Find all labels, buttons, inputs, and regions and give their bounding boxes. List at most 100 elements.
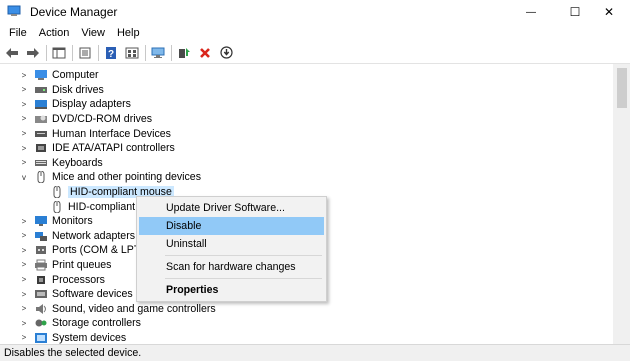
view-icon bbox=[125, 47, 139, 58]
port-icon bbox=[34, 244, 48, 256]
menu-action[interactable]: Action bbox=[33, 24, 76, 42]
menu-help[interactable]: Help bbox=[111, 24, 146, 42]
tree-node-ide-controllers[interactable]: > IDE ATA/ATAPI controllers bbox=[20, 141, 175, 156]
toolbar-separator bbox=[171, 44, 172, 61]
chevron-right-icon[interactable]: > bbox=[20, 231, 28, 240]
title-bar: Device Manager — ☐ ✕ bbox=[0, 0, 630, 24]
menu-item-update-driver[interactable]: Update Driver Software... bbox=[139, 199, 324, 217]
scrollbar-thumb[interactable] bbox=[617, 68, 627, 108]
software-device-icon bbox=[34, 288, 48, 300]
mouse-icon bbox=[34, 170, 48, 184]
minimize-icon: — bbox=[526, 6, 536, 18]
tree-node-print-queues[interactable]: > Print queues bbox=[20, 258, 112, 273]
tree-node-network-adapters[interactable]: > Network adapters bbox=[20, 229, 135, 244]
tree-node-storage-controllers[interactable]: > Storage controllers bbox=[20, 316, 141, 331]
chevron-right-icon[interactable]: > bbox=[20, 333, 28, 342]
menu-separator bbox=[165, 255, 322, 256]
tree-node-human-interface-devices[interactable]: > Human Interface Devices bbox=[20, 126, 171, 141]
forward-button[interactable] bbox=[24, 44, 42, 62]
tree-label: Display adapters bbox=[52, 98, 131, 111]
tree-label: Human Interface Devices bbox=[52, 127, 171, 140]
menu-item-disable[interactable]: Disable bbox=[139, 217, 324, 235]
vertical-scrollbar[interactable] bbox=[613, 64, 630, 344]
tree-node-dvd-drives[interactable]: > DVD/CD-ROM drives bbox=[20, 112, 152, 127]
toolbar-separator bbox=[72, 44, 73, 61]
tree-node-ports[interactable]: > Ports (COM & LPT) bbox=[20, 243, 144, 258]
chevron-right-icon[interactable]: > bbox=[20, 319, 28, 328]
tree-node-display-adapters[interactable]: > Display adapters bbox=[20, 97, 131, 112]
context-menu: Update Driver Software... Disable Uninst… bbox=[136, 196, 327, 302]
tree-label: Print queues bbox=[52, 259, 112, 272]
uninstall-icon bbox=[200, 47, 210, 58]
device-manager-app-icon bbox=[7, 5, 21, 17]
disable-button[interactable] bbox=[217, 44, 235, 62]
system-device-icon bbox=[34, 332, 48, 344]
menu-separator bbox=[165, 278, 322, 279]
display-adapter-icon bbox=[34, 98, 48, 110]
chevron-right-icon[interactable]: > bbox=[20, 129, 28, 138]
sound-icon bbox=[34, 303, 48, 315]
menu-file[interactable]: File bbox=[3, 24, 33, 42]
update-driver-icon bbox=[179, 47, 190, 58]
svg-text:?: ? bbox=[108, 49, 114, 60]
help-button[interactable]: ? bbox=[102, 44, 120, 62]
tree-label: Network adapters bbox=[52, 229, 136, 242]
properties-button[interactable] bbox=[76, 44, 94, 62]
tree-label: Sound, video and game controllers bbox=[52, 302, 216, 315]
tree-node-keyboards[interactable]: > Keyboards bbox=[20, 156, 103, 171]
menu-item-properties[interactable]: Properties bbox=[139, 281, 324, 299]
tree-node-processors[interactable]: > Processors bbox=[20, 272, 105, 287]
chevron-right-icon[interactable]: > bbox=[20, 71, 28, 80]
properties-icon bbox=[79, 47, 91, 58]
tree-node-hid-compliant-mouse-2[interactable]: HID-compliant m bbox=[50, 199, 147, 214]
help-icon: ? bbox=[106, 46, 116, 60]
tree-label: IDE ATA/ATAPI controllers bbox=[52, 142, 175, 155]
scan-hardware-button[interactable] bbox=[149, 44, 167, 62]
chevron-right-icon[interactable]: > bbox=[20, 114, 28, 123]
tree-node-software-devices[interactable]: > Software devices bbox=[20, 287, 133, 302]
toolbar-separator bbox=[98, 44, 99, 61]
chevron-down-icon[interactable]: v bbox=[20, 173, 28, 182]
back-button[interactable] bbox=[3, 44, 21, 62]
chevron-right-icon[interactable]: > bbox=[20, 260, 28, 269]
window-title: Device Manager bbox=[30, 5, 118, 19]
chevron-right-icon[interactable]: > bbox=[20, 158, 28, 167]
chevron-right-icon[interactable]: > bbox=[20, 275, 28, 284]
chevron-right-icon[interactable]: > bbox=[20, 100, 28, 109]
menu-view[interactable]: View bbox=[75, 24, 111, 42]
menu-item-uninstall[interactable]: Uninstall bbox=[139, 235, 324, 253]
close-button[interactable]: ✕ bbox=[586, 0, 630, 24]
tree-label: Storage controllers bbox=[52, 317, 141, 330]
view-button[interactable] bbox=[123, 44, 141, 62]
printer-icon bbox=[34, 259, 48, 271]
status-bar: Disables the selected device. bbox=[0, 344, 630, 361]
tree-node-monitors[interactable]: > Monitors bbox=[20, 214, 93, 229]
minimize-button[interactable]: — bbox=[508, 0, 554, 24]
tree-label: Mice and other pointing devices bbox=[52, 171, 201, 184]
uninstall-button[interactable] bbox=[196, 44, 214, 62]
tree-node-mice[interactable]: v Mice and other pointing devices bbox=[20, 170, 201, 185]
chevron-right-icon[interactable]: > bbox=[20, 144, 28, 153]
monitor-icon bbox=[34, 215, 48, 227]
menu-item-scan-hardware[interactable]: Scan for hardware changes bbox=[139, 258, 324, 276]
tree-label: Computer bbox=[52, 69, 99, 82]
console-tree-button[interactable] bbox=[50, 44, 68, 62]
tree-label: Disk drives bbox=[52, 83, 104, 96]
tree-label: Software devices bbox=[52, 288, 133, 301]
show-hide-console-tree-icon bbox=[52, 47, 66, 58]
tree-node-computer[interactable]: > Computer bbox=[20, 68, 99, 83]
chevron-right-icon[interactable]: > bbox=[20, 290, 28, 299]
tree-node-sound[interactable]: > Sound, video and game controllers bbox=[20, 302, 216, 317]
tree-label: DVD/CD-ROM drives bbox=[52, 113, 153, 126]
chevron-right-icon[interactable]: > bbox=[20, 304, 28, 313]
computer-icon bbox=[34, 69, 48, 81]
tree-label: Keyboards bbox=[52, 156, 103, 169]
tree-label: System devices bbox=[52, 332, 127, 344]
chevron-right-icon[interactable]: > bbox=[20, 217, 28, 226]
toolbar-separator bbox=[145, 44, 146, 61]
tree-node-system-devices[interactable]: > System devices bbox=[20, 331, 127, 344]
chevron-right-icon[interactable]: > bbox=[20, 246, 28, 255]
chevron-right-icon[interactable]: > bbox=[20, 85, 28, 94]
update-driver-button[interactable] bbox=[175, 44, 193, 62]
tree-node-disk-drives[interactable]: > Disk drives bbox=[20, 83, 104, 98]
